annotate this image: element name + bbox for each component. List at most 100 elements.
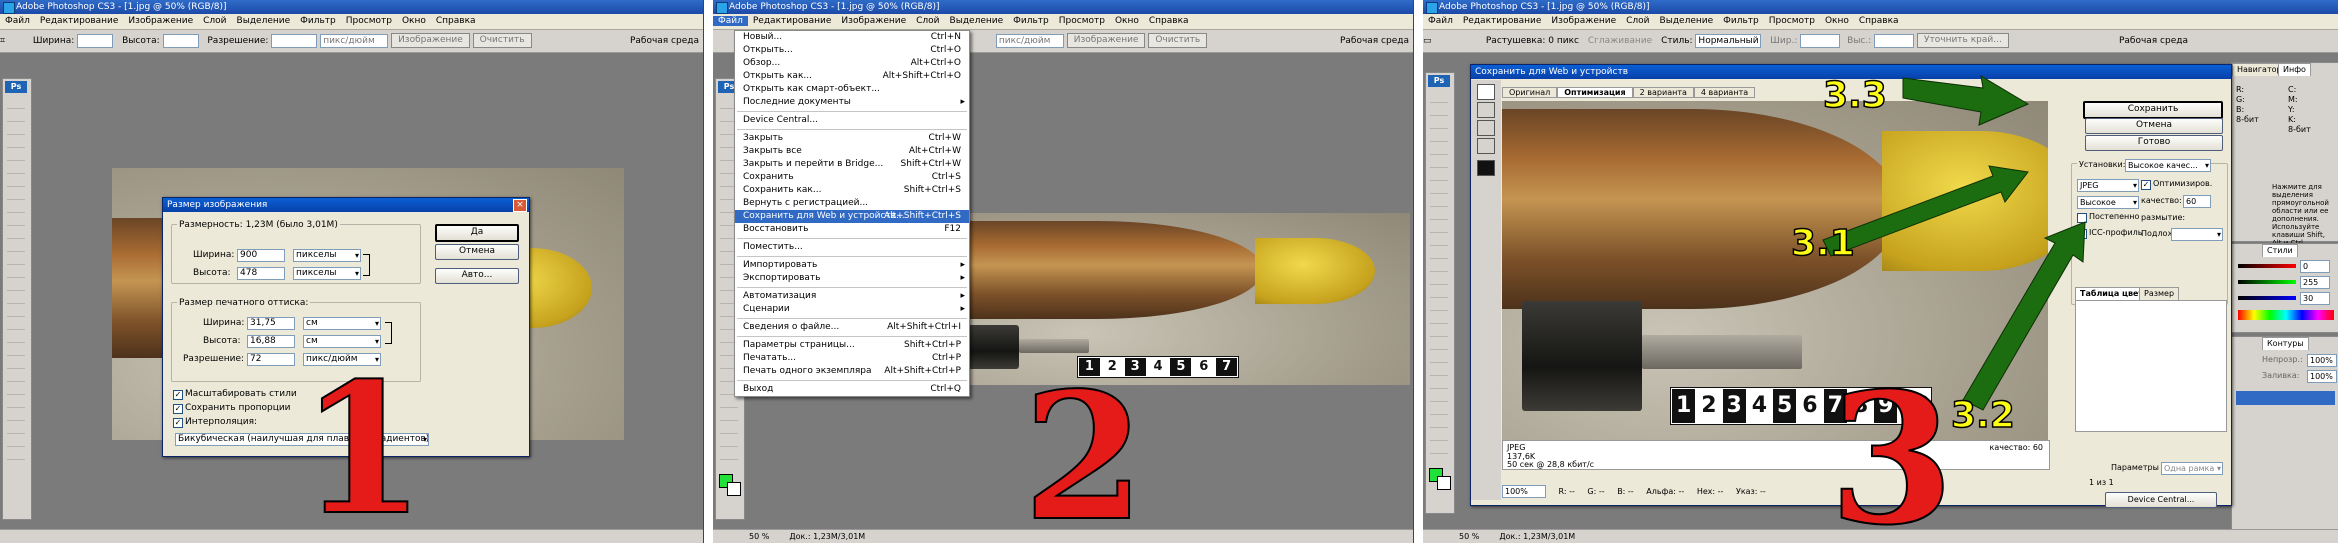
tool-icon[interactable]: [7, 266, 25, 278]
menu-filter[interactable]: Фильтр: [295, 16, 341, 26]
height-unit-select[interactable]: пикселы: [293, 267, 361, 280]
file-menu-item[interactable]: Восстановить F12: [735, 223, 969, 236]
resolution-units-select[interactable]: пикс/дюйм: [995, 33, 1064, 48]
tool-icon[interactable]: [7, 214, 25, 226]
tool-icon[interactable]: [7, 422, 25, 434]
tool-icon[interactable]: [7, 240, 25, 252]
file-menu-item[interactable]: Сведения о файле... Alt+Shift+Ctrl+I: [735, 321, 969, 334]
tool-icon[interactable]: [7, 370, 25, 382]
menu-help[interactable]: Справка: [1144, 16, 1194, 26]
tool-icon[interactable]: [7, 110, 25, 122]
print-height-input[interactable]: 16,88: [247, 335, 295, 348]
tool-icon[interactable]: [7, 97, 25, 109]
constrain-checkbox[interactable]: ✓: [173, 404, 183, 414]
tool-icon[interactable]: [7, 188, 25, 200]
file-menu-item[interactable]: Device Central...: [735, 114, 969, 127]
menu-layer[interactable]: Слой: [911, 16, 944, 26]
file-menu-item[interactable]: Экспортировать: [735, 272, 969, 285]
tool-icon[interactable]: [7, 253, 25, 265]
auto-button[interactable]: Авто...: [435, 268, 519, 284]
file-menu-item[interactable]: Поместить...: [735, 241, 969, 254]
tool-icon[interactable]: [7, 162, 25, 174]
menu-select[interactable]: Выделение: [232, 16, 296, 26]
tool-icon[interactable]: [7, 435, 25, 447]
menu-file[interactable]: Файл: [0, 16, 35, 26]
height-field[interactable]: [162, 33, 199, 48]
background-color-swatch[interactable]: [727, 482, 741, 496]
resolution-input[interactable]: 72: [247, 353, 295, 366]
file-menu-item[interactable]: Открыть... Ctrl+O: [735, 44, 969, 57]
menu-window[interactable]: Окно: [1110, 16, 1144, 26]
file-menu-item[interactable]: Открыть как смарт-объект...: [735, 83, 969, 96]
tool-icon[interactable]: [7, 279, 25, 291]
tool-icon[interactable]: [7, 123, 25, 135]
workspace-button[interactable]: Рабочая среда: [1340, 30, 1409, 52]
tool-icon[interactable]: [7, 344, 25, 356]
file-menu-item[interactable]: Автоматизация: [735, 290, 969, 303]
menu-edit[interactable]: Редактирование: [35, 16, 124, 26]
file-menu-item[interactable]: Выход Ctrl+Q: [735, 383, 969, 396]
file-menu-item[interactable]: Последние документы: [735, 96, 969, 109]
width-unit-select[interactable]: пикселы: [293, 249, 361, 262]
file-menu-item[interactable]: Открыть как... Alt+Shift+Ctrl+O: [735, 70, 969, 83]
file-menu-item[interactable]: Печать одного экземпляра Alt+Shift+Ctrl+P: [735, 365, 969, 378]
menu-image[interactable]: Изображение: [123, 16, 198, 26]
menu-select[interactable]: Выделение: [945, 16, 1009, 26]
tool-icon[interactable]: [720, 409, 738, 421]
tool-icon[interactable]: [7, 305, 25, 317]
tool-icon[interactable]: [7, 318, 25, 330]
menu-view[interactable]: Просмотр: [341, 16, 397, 26]
tool-icon[interactable]: [720, 448, 738, 460]
tool-icon[interactable]: [720, 422, 738, 434]
scale-styles-checkbox[interactable]: ✓: [173, 390, 183, 400]
close-icon[interactable]: ×: [513, 199, 527, 212]
file-menu-item[interactable]: Сохранить как... Shift+Ctrl+S: [735, 184, 969, 197]
tool-icon[interactable]: [7, 448, 25, 460]
tool-icon[interactable]: [720, 396, 738, 408]
print-width-input[interactable]: 31,75: [247, 317, 295, 330]
tool-icon[interactable]: [7, 175, 25, 187]
clear-button[interactable]: Очистить: [1148, 33, 1208, 48]
front-image-button[interactable]: Изображение: [391, 33, 470, 48]
tool-icon[interactable]: [7, 396, 25, 408]
resolution-field[interactable]: [271, 33, 318, 48]
print-width-unit-select[interactable]: см: [303, 317, 381, 330]
file-menu-item[interactable]: Закрыть все Alt+Ctrl+W: [735, 145, 969, 158]
front-image-button[interactable]: Изображение: [1066, 33, 1146, 48]
menu-window[interactable]: Окно: [397, 16, 431, 26]
resample-checkbox[interactable]: ✓: [173, 418, 183, 428]
tool-icon[interactable]: [7, 136, 25, 148]
tool-icon[interactable]: [720, 435, 738, 447]
menu-filter[interactable]: Фильтр: [1008, 16, 1054, 26]
tool-icon[interactable]: [7, 292, 25, 304]
file-menu-item[interactable]: Сохранить Ctrl+S: [735, 171, 969, 184]
file-menu-item[interactable]: Обзор... Alt+Ctrl+O: [735, 57, 969, 70]
height-input[interactable]: 478: [237, 267, 285, 280]
file-menu-item[interactable]: Новый... Ctrl+N: [735, 31, 969, 44]
ok-button[interactable]: Да: [435, 224, 519, 242]
tool-icon[interactable]: [7, 201, 25, 213]
file-menu-item[interactable]: Сохранить для Web и устройств... Alt+Shif…: [735, 210, 969, 223]
tool-icon[interactable]: [7, 409, 25, 421]
tool-icon[interactable]: [7, 227, 25, 239]
file-menu-item[interactable]: Сценарии: [735, 303, 969, 316]
tool-icon[interactable]: [7, 357, 25, 369]
menu-view[interactable]: Просмотр: [1054, 16, 1110, 26]
menu-image[interactable]: Изображение: [836, 16, 911, 26]
tool-icon[interactable]: [7, 149, 25, 161]
file-menu-item[interactable]: Параметры страницы... Shift+Ctrl+P: [735, 339, 969, 352]
tool-icon[interactable]: [7, 331, 25, 343]
menu-help[interactable]: Справка: [431, 16, 481, 26]
file-menu-item[interactable]: Закрыть Ctrl+W: [735, 132, 969, 145]
menu-edit[interactable]: Редактирование: [748, 16, 837, 26]
file-menu-item[interactable]: Закрыть и перейти в Bridge... Shift+Ctrl+…: [735, 158, 969, 171]
file-menu-item[interactable]: Печатать... Ctrl+P: [735, 352, 969, 365]
width-input[interactable]: 900: [237, 249, 285, 262]
width-field[interactable]: [77, 33, 114, 48]
workspace-button[interactable]: Рабочая среда: [630, 30, 699, 52]
menu-layer[interactable]: Слой: [198, 16, 231, 26]
cancel-button[interactable]: Отмена: [435, 244, 519, 260]
file-menu-item[interactable]: Вернуть с регистрацией...: [735, 197, 969, 210]
tool-icon[interactable]: [7, 383, 25, 395]
zoom-level[interactable]: 50 %: [1423, 532, 1479, 541]
